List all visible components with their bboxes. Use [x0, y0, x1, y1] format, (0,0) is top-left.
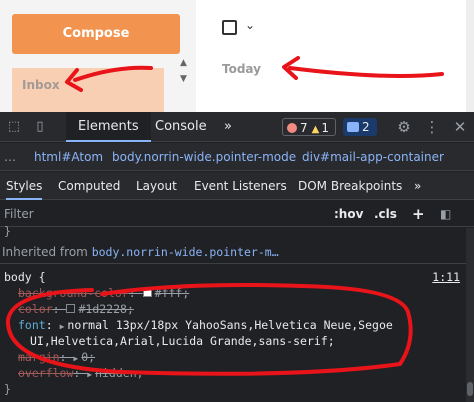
tab-event-listeners[interactable]: Event Listeners — [194, 172, 287, 200]
inherited-from-header: Inherited from body.norrin-wide.pointer-… — [0, 240, 466, 264]
sidebar-pane-tabs: Styles Computed Layout Event Listeners D… — [0, 172, 474, 200]
tab-console[interactable]: Console — [143, 112, 219, 142]
inbox-label: Inbox — [22, 78, 60, 92]
mail-app: Compose Inbox ▲ ▼ ⌄ Today — [0, 0, 474, 112]
more-options-icon[interactable]: ⋮ — [424, 119, 440, 135]
message-list-scrollbar[interactable] — [466, 0, 474, 112]
rule-close-brace: } — [4, 382, 11, 396]
class-toggle-button[interactable]: .cls — [374, 201, 397, 227]
toggle-sidebar-icon[interactable]: ◧ — [440, 201, 451, 227]
annotation-arrow-today — [282, 56, 444, 80]
tab-layout[interactable]: Layout — [136, 172, 177, 200]
breadcrumb-body[interactable]: body.norrin-wide.pointer-mode — [112, 143, 296, 171]
compose-button[interactable]: Compose — [12, 14, 180, 54]
rule-source-link[interactable]: 1:11 — [432, 270, 460, 284]
new-style-rule-button[interactable]: + — [412, 201, 425, 227]
issues-counter-button[interactable]: 7 ▲ 1 — [282, 118, 336, 136]
breadcrumb-html[interactable]: html#Atom — [34, 143, 103, 171]
styles-filter-bar: Filter :hov .cls + ◧ — [0, 201, 474, 227]
annotation-ellipse — [5, 283, 413, 376]
inherited-prefix: Inherited from — [2, 245, 88, 259]
gear-icon[interactable]: ⚙ — [396, 119, 412, 135]
warnings-count: 1 — [321, 121, 329, 135]
messages-count: 2 — [362, 120, 370, 134]
tab-computed[interactable]: Computed — [58, 172, 120, 200]
page: Compose Inbox ▲ ▼ ⌄ Today ⬚ ▯ Elements C… — [0, 0, 474, 402]
scroll-down-arrow-icon[interactable]: ▼ — [180, 74, 187, 84]
devtools-panel: ⬚ ▯ Elements Console » 7 ▲ 1 2 ⚙ ⋮ ✕ … htm… — [0, 112, 474, 402]
warning-icon: ▲ — [311, 124, 320, 135]
breadcrumb-div[interactable]: div#mail-app-container — [302, 143, 444, 171]
hover-state-button[interactable]: :hov — [334, 201, 363, 227]
messages-counter-button[interactable]: 2 — [343, 118, 377, 136]
inherited-selector-link[interactable]: body.norrin-wide.pointer-m… — [92, 245, 279, 259]
inspect-element-icon[interactable]: ⬚ — [6, 119, 22, 135]
select-all-checkbox[interactable] — [222, 20, 237, 35]
more-subtabs-icon[interactable]: » — [414, 172, 421, 200]
tab-dom-breakpoints[interactable]: DOM Breakpoints — [298, 172, 402, 200]
devtools-tab-bar: ⬚ ▯ Elements Console » 7 ▲ 1 2 ⚙ ⋮ ✕ — [0, 112, 474, 142]
today-group-header: Today — [222, 62, 261, 76]
annotation-arrow-inbox — [65, 65, 153, 92]
tab-styles[interactable]: Styles — [6, 172, 43, 200]
device-toolbar-icon[interactable]: ▯ — [32, 119, 48, 135]
styles-pane-scrollbar[interactable] — [466, 228, 474, 402]
close-icon[interactable]: ✕ — [452, 119, 468, 135]
chevron-down-icon[interactable]: ⌄ — [245, 18, 255, 32]
breadcrumb-scroll-left-icon[interactable]: … — [4, 143, 16, 171]
styles-pane: } Inherited from body.norrin-wide.pointe… — [0, 224, 466, 402]
breadcrumb: … html#Atom body.norrin-wide.pointer-mod… — [0, 143, 474, 171]
error-icon — [287, 123, 297, 133]
message-icon — [347, 122, 359, 132]
more-tabs-icon[interactable]: » — [212, 112, 244, 142]
tab-elements[interactable]: Elements — [66, 112, 151, 142]
styles-pane-scroll-thumb[interactable] — [467, 382, 473, 396]
previous-rule-brace: } — [4, 224, 11, 238]
scroll-up-arrow-icon[interactable]: ▲ — [180, 58, 187, 68]
errors-count: 7 — [300, 121, 308, 135]
